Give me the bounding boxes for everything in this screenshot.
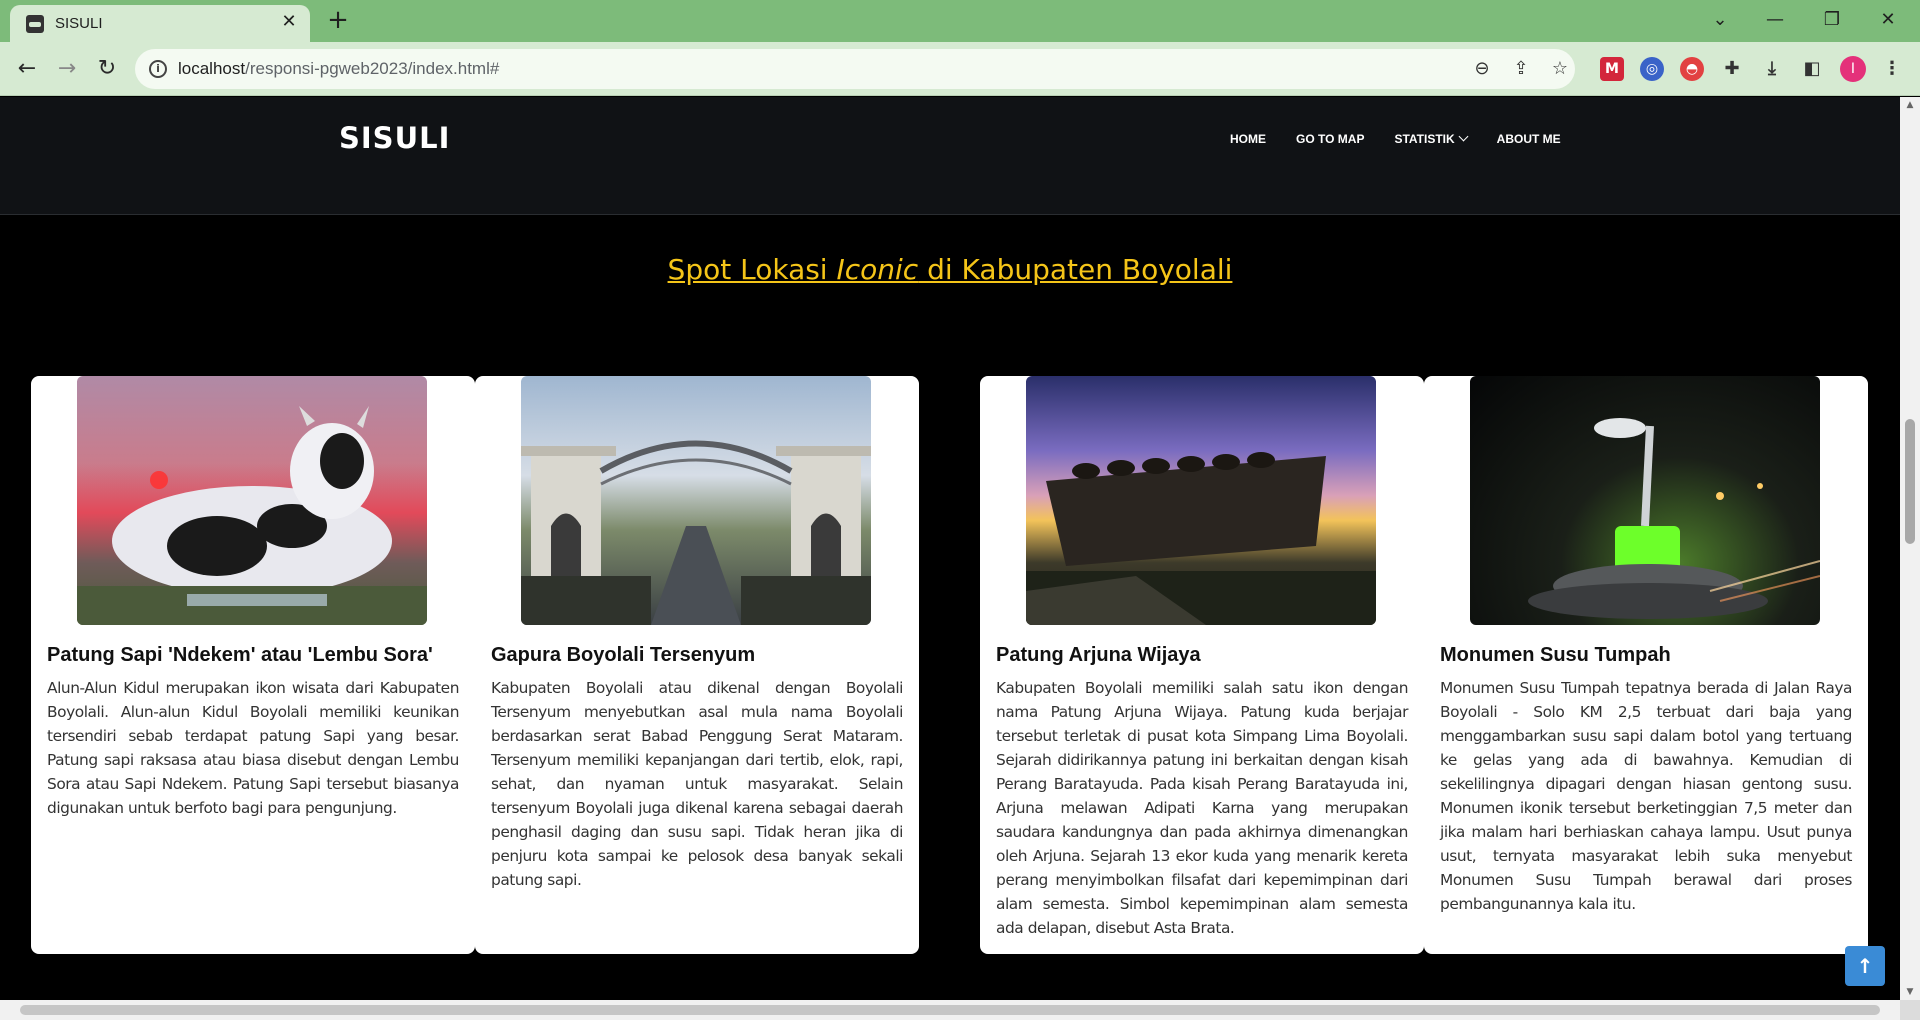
browser-tab[interactable]: SISULI ✕ <box>10 5 310 42</box>
zoom-out-icon[interactable]: ⊖ <box>1471 58 1493 80</box>
horizontal-scroll-thumb[interactable] <box>20 1005 1880 1015</box>
card-title: Monumen Susu Tumpah <box>1440 644 1671 666</box>
page-viewport: SISULI HOME GO TO MAP STATISTIK ABOUT ME… <box>0 97 1900 1000</box>
card-description: Monumen Susu Tumpah tepatnya berada di J… <box>1440 679 1852 913</box>
download-icon[interactable]: ⤓ <box>1760 57 1784 81</box>
extension-blue-icon[interactable]: ◎ <box>1640 57 1664 81</box>
card-image-patung-sapi <box>77 376 427 625</box>
card-description: Kabupaten Boyolali atau dikenal dengan B… <box>491 679 903 889</box>
car-favicon-icon <box>26 15 44 33</box>
site-navbar: SISULI HOME GO TO MAP STATISTIK ABOUT ME <box>0 97 1900 215</box>
card-monumen-susu-tumpah: Monumen Susu Tumpah Monumen Susu Tumpah … <box>1424 376 1868 954</box>
tab-title: SISULI <box>55 15 103 32</box>
restore-button[interactable]: ❐ <box>1812 6 1852 34</box>
nav-link-statistik[interactable]: STATISTIK <box>1394 131 1469 146</box>
nav-link-statistik-label: STATISTIK <box>1394 132 1455 146</box>
vertical-scroll-thumb[interactable] <box>1905 419 1915 544</box>
nav-menu: HOME GO TO MAP STATISTIK ABOUT ME <box>1230 131 1561 146</box>
browser-tab-bar: SISULI ✕ + ⌄ — ❐ ✕ <box>0 0 1920 42</box>
extensions-puzzle-icon[interactable]: ✚ <box>1720 57 1744 81</box>
card-patung-arjuna: Patung Arjuna Wijaya Kabupaten Boyolali … <box>980 376 1424 954</box>
card-description: Kabupaten Boyolali memiliki salah satu i… <box>996 679 1408 937</box>
scroll-down-arrow-icon[interactable]: ▼ <box>1900 984 1920 1000</box>
url-text[interactable]: localhost/responsi-pgweb2023/index.html# <box>178 59 499 79</box>
minimize-button[interactable]: — <box>1755 6 1795 34</box>
section-title-before: Spot Lokasi <box>667 253 837 286</box>
forward-arrow-icon[interactable]: → <box>52 54 82 84</box>
card-gapura-boyolali: Gapura Boyolali Tersenyum Kabupaten Boyo… <box>475 376 919 954</box>
extension-red-icon[interactable]: M <box>1600 57 1624 81</box>
card-title: Gapura Boyolali Tersenyum <box>491 644 756 666</box>
browser-toolbar: ← → ↻ i localhost/responsi-pgweb2023/ind… <box>0 42 1920 96</box>
close-tab-icon[interactable]: ✕ <box>278 11 300 33</box>
back-to-top-button[interactable]: ↑ <box>1845 946 1885 986</box>
horizontal-scrollbar[interactable] <box>0 1000 1900 1020</box>
close-window-button[interactable]: ✕ <box>1868 6 1908 34</box>
url-path: /responsi-pgweb2023/index.html# <box>245 59 500 78</box>
vertical-scrollbar[interactable]: ▲ ▼ <box>1900 97 1920 1000</box>
profile-avatar[interactable]: I <box>1840 56 1866 82</box>
menu-kebab-icon[interactable]: ⋮ <box>1880 57 1904 81</box>
new-tab-button[interactable]: + <box>324 6 352 34</box>
nav-link-go-to-map[interactable]: GO TO MAP <box>1296 132 1364 146</box>
site-brand-logo[interactable]: SISULI <box>339 121 450 155</box>
card-title: Patung Arjuna Wijaya <box>996 644 1201 666</box>
section-title: Spot Lokasi Iconic di Kabupaten Boyolali <box>0 253 1900 286</box>
card-description: Alun-Alun Kidul merupakan ikon wisata da… <box>47 679 459 817</box>
section-title-after: di Kabupaten Boyolali <box>918 253 1233 286</box>
card-patung-sapi: Patung Sapi 'Ndekem' atau 'Lembu Sora' A… <box>31 376 475 954</box>
card-image-gapura <box>521 376 871 625</box>
bookmark-star-icon[interactable]: ☆ <box>1549 58 1571 80</box>
card-title: Patung Sapi 'Ndekem' atau 'Lembu Sora' <box>47 644 433 666</box>
nav-link-about-me[interactable]: ABOUT ME <box>1497 132 1561 146</box>
chevron-down-icon <box>1458 131 1469 142</box>
site-info-icon[interactable]: i <box>149 60 167 78</box>
side-panel-icon[interactable]: ◧ <box>1800 57 1824 81</box>
tab-search-chevron-icon[interactable]: ⌄ <box>1700 6 1740 34</box>
back-arrow-icon[interactable]: ← <box>12 54 42 84</box>
share-icon[interactable]: ⇪ <box>1510 58 1532 80</box>
scrollbar-corner <box>1900 1000 1920 1020</box>
extension-pokeball-icon[interactable]: ◓ <box>1680 57 1704 81</box>
nav-link-home[interactable]: HOME <box>1230 132 1266 146</box>
reload-icon[interactable]: ↻ <box>92 54 122 84</box>
url-host: localhost <box>178 59 246 78</box>
card-image-arjuna <box>1026 376 1376 625</box>
section-title-emphasis: Iconic <box>836 253 919 286</box>
address-bar[interactable]: i localhost/responsi-pgweb2023/index.htm… <box>135 49 1575 89</box>
scroll-up-arrow-icon[interactable]: ▲ <box>1900 97 1920 113</box>
card-image-susu-tumpah <box>1470 376 1820 625</box>
